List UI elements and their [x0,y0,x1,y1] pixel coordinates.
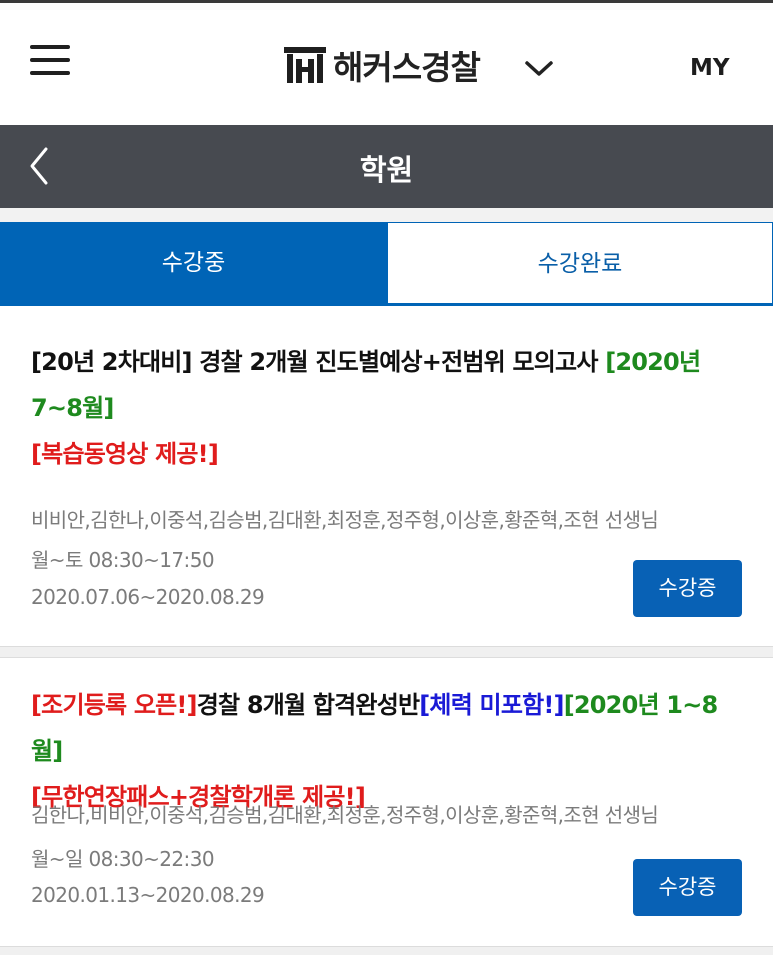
title-note-tag: [체력 미포함!] [419,691,564,719]
my-page-button[interactable]: MY [690,55,730,81]
spacer [0,208,773,223]
course-teachers: 김한나,비비안,이중석,김승범,김대환,최정훈,정주형,이상훈,황준혁,조현 선… [31,803,659,827]
title-benefit-tag: [복습동영상 제공!] [31,440,219,468]
course-card[interactable]: [20년 2차대비] 경찰 2개월 진도별예상+전범위 모의고사 [2020년 … [0,306,773,647]
tab-completed[interactable]: 수강완료 [387,222,773,306]
hamburger-icon[interactable] [30,43,72,79]
course-period: 2020.01.13~2020.08.29 [31,883,265,907]
title-text: 경찰 8개월 합격완성반 [196,691,420,719]
brand-name: 해커스경찰 [333,48,481,87]
course-card[interactable]: [조기등록 오픈!]경찰 8개월 합격완성반[체력 미포함!][2020년 1~… [0,658,773,947]
sub-header: 학원 [0,125,773,208]
tab-in-progress[interactable]: 수강중 [0,222,387,306]
enrollment-certificate-button[interactable]: 수강증 [633,859,742,916]
title-promo-tag: [조기등록 오픈!] [31,691,198,719]
course-schedule: 월~토 08:30~17:50 [31,548,215,572]
card-separator [0,647,773,658]
title-text: [20년 2차대비] 경찰 2개월 진도별예상+전범위 모의고사 [31,348,606,376]
course-title[interactable]: [20년 2차대비] 경찰 2개월 진도별예상+전범위 모의고사 [2020년 … [31,339,721,477]
chevron-down-icon[interactable] [522,53,556,83]
page-title: 학원 [359,153,414,187]
pillar-logo-icon [284,47,326,83]
bottom-spacer [0,947,773,955]
course-period: 2020.07.06~2020.08.29 [31,585,265,609]
course-schedule: 월~일 08:30~22:30 [31,847,215,871]
app-header: 해커스경찰 MY [0,3,773,125]
course-teachers: 비비안,김한나,이중석,김승범,김대환,최정훈,정주형,이상훈,황준혁,조현 선… [31,508,659,532]
brand-logo[interactable]: 해커스경찰 [283,43,481,87]
tab-bar: 수강중 수강완료 [0,222,773,306]
enrollment-certificate-button[interactable]: 수강증 [633,560,742,617]
